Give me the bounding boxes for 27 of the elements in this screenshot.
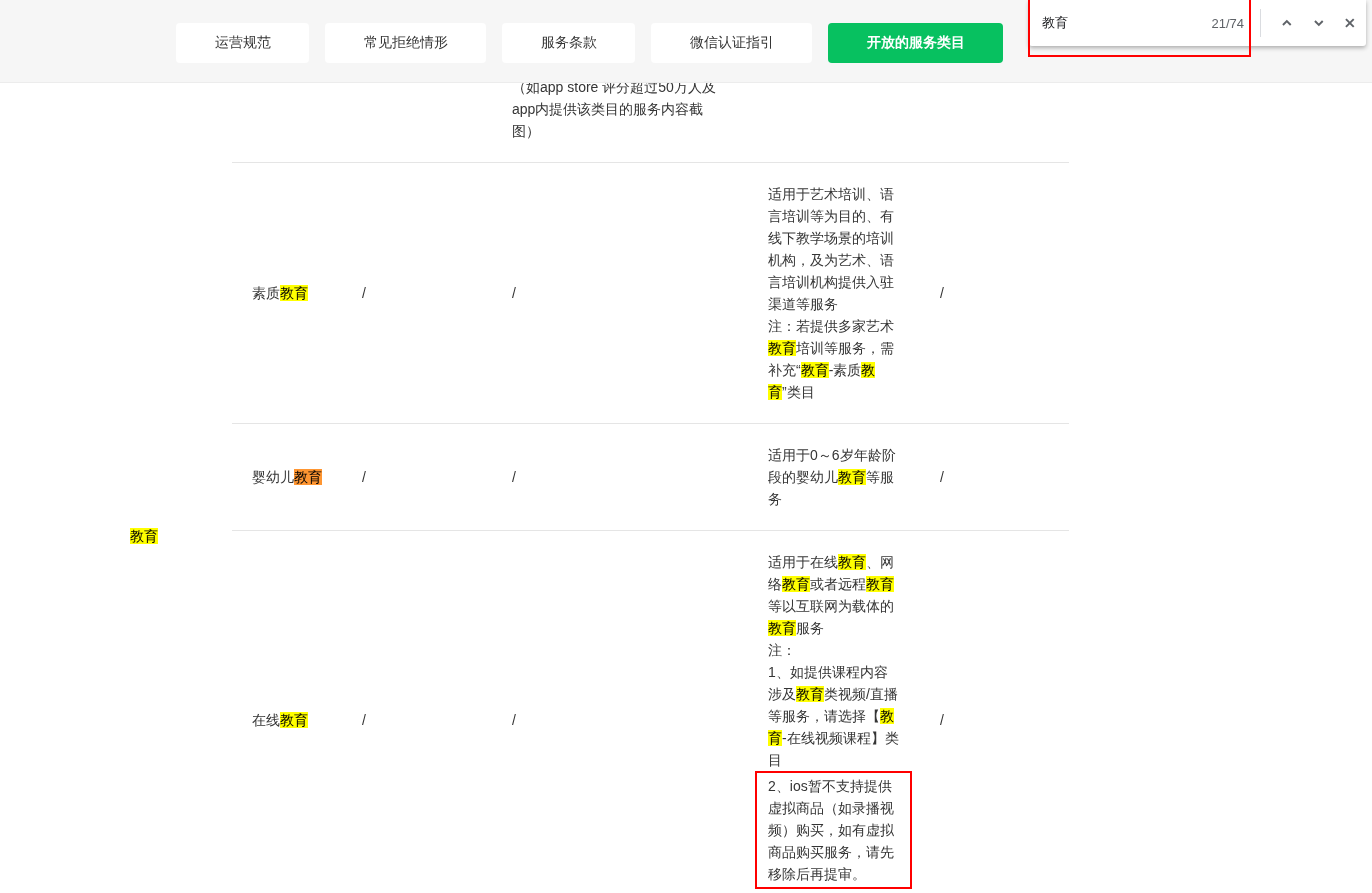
close-icon[interactable] [1344, 17, 1356, 29]
cell-text: / [940, 468, 944, 487]
description-text: 1、如提供课程内容涉及教育类视频/直播等服务，请选择【教育-在线视频课程】类目 [768, 663, 900, 770]
cell-text: / [362, 284, 366, 303]
cell-text: / [362, 711, 366, 730]
description-text: 适用于0～6岁年龄阶段的婴幼儿教育等服务 [768, 446, 897, 509]
find-query[interactable]: 教育 [1042, 14, 1198, 32]
nav-button[interactable]: 服务条款 [502, 23, 635, 63]
service-name: 婴幼儿教育 [252, 468, 322, 487]
boxed-note-text: 2、ios暂不支持提供虚拟商品（如录播视频）购买，如有虚拟商品购买服务，请先移除后再提审。 [755, 771, 912, 889]
cell-text: / [940, 711, 944, 730]
match-count: 21/74 [1210, 15, 1245, 31]
cell-text: / [362, 468, 366, 487]
cell-text: / [512, 711, 517, 730]
service-name: 在线教育 [252, 711, 308, 730]
nav-button[interactable]: 常见拒绝情形 [325, 23, 486, 63]
description-text: 适用于在线教育、网络教育或者远程教育 等以互联网为载体的 教育服务 [768, 553, 895, 638]
cell-text: / [512, 284, 517, 303]
chevron-down-icon[interactable] [1312, 17, 1325, 29]
cell-text: / [940, 284, 944, 303]
description-text: 适用于艺术培训、语言培训等为目的、有线下教学场景的培训机构，及为艺术、语言培训机构提供入驻渠道等服务 [768, 185, 895, 314]
description-text: 注： [768, 641, 797, 660]
nav-button[interactable]: 微信认证指引 [651, 23, 812, 63]
cell-text: / [512, 468, 517, 487]
nav-button[interactable]: 运营规范 [176, 23, 309, 63]
category-name: 教育 [130, 526, 158, 546]
service-name: 素质教育 [252, 284, 308, 303]
